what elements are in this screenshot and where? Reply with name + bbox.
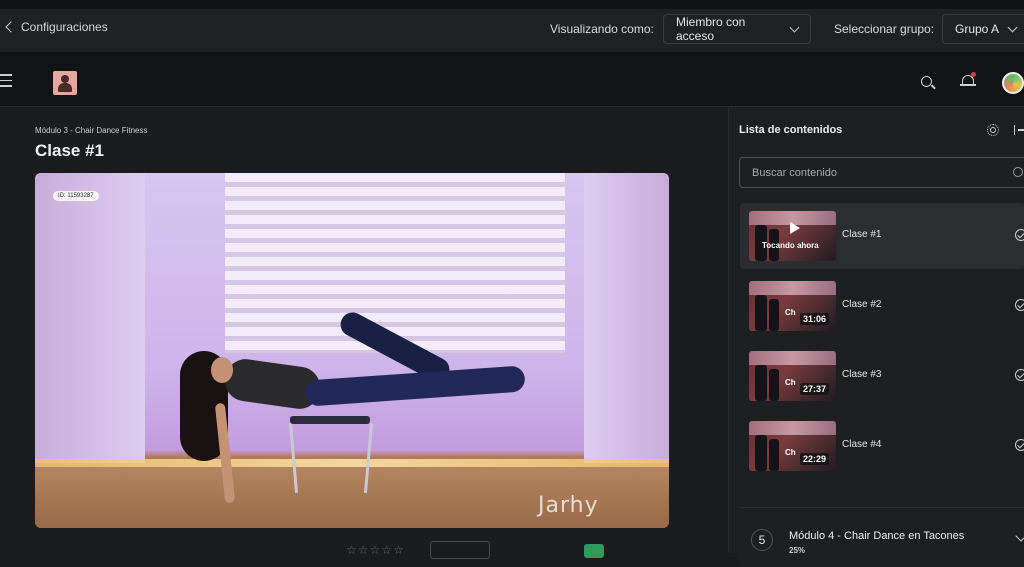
star-icon[interactable]: ☆ <box>381 544 392 556</box>
video-watermark: Jarhy <box>538 493 599 518</box>
play-icon <box>790 222 800 234</box>
video-thumbnail: Ch 27:37 <box>749 351 836 401</box>
group-select[interactable]: Grupo A <box>942 14 1024 44</box>
duration-badge: 27:37 <box>800 383 830 395</box>
item-title: Clase #2 <box>842 299 882 310</box>
viewing-as-select[interactable]: Miembro con acceso <box>663 14 811 44</box>
now-playing-label: Tocando ahora <box>762 241 819 250</box>
star-icon[interactable]: ☆ <box>358 544 369 556</box>
page-title: Clase #1 <box>35 141 104 160</box>
window-blind <box>225 173 565 353</box>
video-thumbnail: Ch 31:06 <box>749 281 836 331</box>
group-value: Grupo A <box>955 22 1000 36</box>
list-item[interactable]: Ch 22:29 Clase #4 <box>740 413 1024 479</box>
list-item[interactable]: Tocando ahora Clase #1 <box>740 203 1024 269</box>
viewing-as-label: Visualizando como: <box>550 22 654 36</box>
chevron-left-icon <box>5 21 17 33</box>
check-circle-icon[interactable] <box>1015 439 1024 451</box>
item-title: Clase #1 <box>842 229 882 240</box>
content-search[interactable] <box>739 157 1024 188</box>
menu-icon[interactable] <box>0 74 12 91</box>
check-circle-icon[interactable] <box>1015 299 1024 311</box>
video-player[interactable]: ID: 11593287 Jarhy <box>35 173 669 528</box>
check-circle-icon[interactable] <box>1015 369 1024 381</box>
back-to-settings[interactable]: Configuraciones <box>4 20 108 34</box>
video-id-badge: ID: 11593287 <box>53 191 99 201</box>
search-icon[interactable] <box>921 76 932 87</box>
star-icon[interactable]: ☆ <box>393 544 404 556</box>
item-title: Clase #3 <box>842 369 882 380</box>
panel-title: Lista de contenidos <box>739 124 843 136</box>
gear-icon[interactable] <box>987 124 999 136</box>
select-group-label: Seleccionar grupo: <box>834 22 935 36</box>
list-item[interactable]: Ch 31:06 Clase #2 <box>740 273 1024 339</box>
chevron-down-icon <box>789 22 800 32</box>
chevron-down-icon <box>1007 22 1018 32</box>
search-input[interactable] <box>740 158 1024 187</box>
viewing-as-value: Miembro con acceso <box>676 15 746 43</box>
navbar <box>0 52 1024 107</box>
video-thumbnail: Ch 22:29 <box>749 421 836 471</box>
lesson-main: Módulo 3 - Chair Dance Fitness Clase #1 … <box>0 107 728 559</box>
video-thumbnail: Tocando ahora <box>749 211 836 261</box>
star-icon[interactable]: ☆ <box>370 544 381 556</box>
config-bar: Configuraciones Visualizando como: Miemb… <box>0 0 1024 52</box>
chevron-down-icon[interactable] <box>1015 530 1024 542</box>
collapse-panel-icon[interactable] <box>1014 125 1024 135</box>
content-list-panel: Lista de contenidos Tocando ahora Clase … <box>728 107 1024 567</box>
duration-badge: 22:29 <box>800 453 830 465</box>
check-circle-icon[interactable] <box>1015 229 1024 241</box>
brand-logo[interactable] <box>53 71 77 95</box>
user-avatar[interactable] <box>1002 72 1024 94</box>
list-item[interactable]: Ch 27:37 Clase #3 <box>740 343 1024 409</box>
rating-stars[interactable]: ☆ ☆ ☆ ☆ ☆ <box>346 544 404 556</box>
lesson-action-button[interactable] <box>430 541 490 559</box>
star-icon[interactable]: ☆ <box>346 544 357 556</box>
module-accordion-row[interactable]: 5 Módulo 4 - Chair Dance en Tacones 25% <box>739 507 1024 567</box>
module-title: Módulo 4 - Chair Dance en Tacones <box>789 530 965 542</box>
module-number: 5 <box>751 529 773 551</box>
module-progress: 25% <box>789 546 806 555</box>
back-label: Configuraciones <box>21 20 108 34</box>
complete-indicator[interactable] <box>584 544 604 558</box>
notification-dot <box>971 72 976 77</box>
module-breadcrumb: Módulo 3 - Chair Dance Fitness <box>35 126 148 135</box>
notification-bell-icon[interactable] <box>960 72 976 87</box>
duration-badge: 31:06 <box>800 313 830 325</box>
chair <box>290 416 370 424</box>
search-icon <box>1013 167 1023 177</box>
item-title: Clase #4 <box>842 439 882 450</box>
